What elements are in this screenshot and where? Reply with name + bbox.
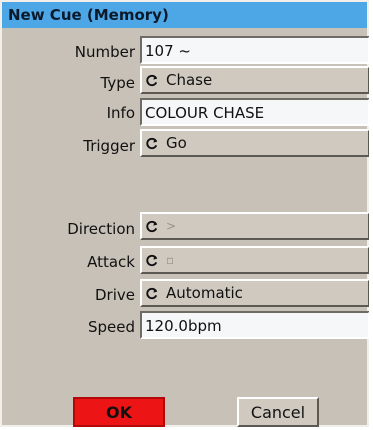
cycle-icon (146, 287, 158, 299)
trigger-select[interactable]: Go (140, 129, 370, 157)
window-edge (369, 0, 373, 430)
drive-select[interactable]: Automatic (140, 279, 370, 307)
trigger-label: Trigger (83, 137, 135, 155)
new-cue-dialog: New Cue (Memory) Number 107 ~ Type Chase… (0, 0, 370, 427)
cycle-icon (146, 220, 158, 232)
drive-label: Drive (95, 286, 135, 304)
cancel-button[interactable]: Cancel (237, 397, 319, 427)
window-title: New Cue (Memory) (8, 6, 169, 24)
cycle-icon (146, 74, 158, 86)
title-bar: New Cue (Memory) (2, 2, 367, 28)
drive-value: Automatic (166, 284, 243, 302)
type-value: Chase (166, 71, 213, 89)
ok-button[interactable]: OK (73, 397, 165, 427)
trigger-value: Go (166, 134, 187, 152)
attack-label: Attack (87, 253, 135, 271)
type-label: Type (100, 74, 135, 92)
direction-label: Direction (67, 220, 135, 238)
speed-field[interactable]: 120.0bpm (140, 311, 370, 339)
number-field[interactable]: 107 ~ (140, 36, 370, 64)
cycle-icon (146, 254, 158, 266)
attack-select[interactable]: ▫ (140, 246, 370, 274)
attack-value: ▫ (166, 253, 175, 267)
info-field[interactable]: COLOUR CHASE (140, 98, 370, 126)
type-select[interactable]: Chase (140, 66, 370, 94)
cycle-icon (146, 137, 158, 149)
number-label: Number (74, 43, 135, 61)
direction-select[interactable]: > (140, 212, 370, 240)
info-label: Info (106, 104, 135, 122)
speed-label: Speed (87, 318, 135, 336)
direction-value: > (166, 219, 177, 233)
